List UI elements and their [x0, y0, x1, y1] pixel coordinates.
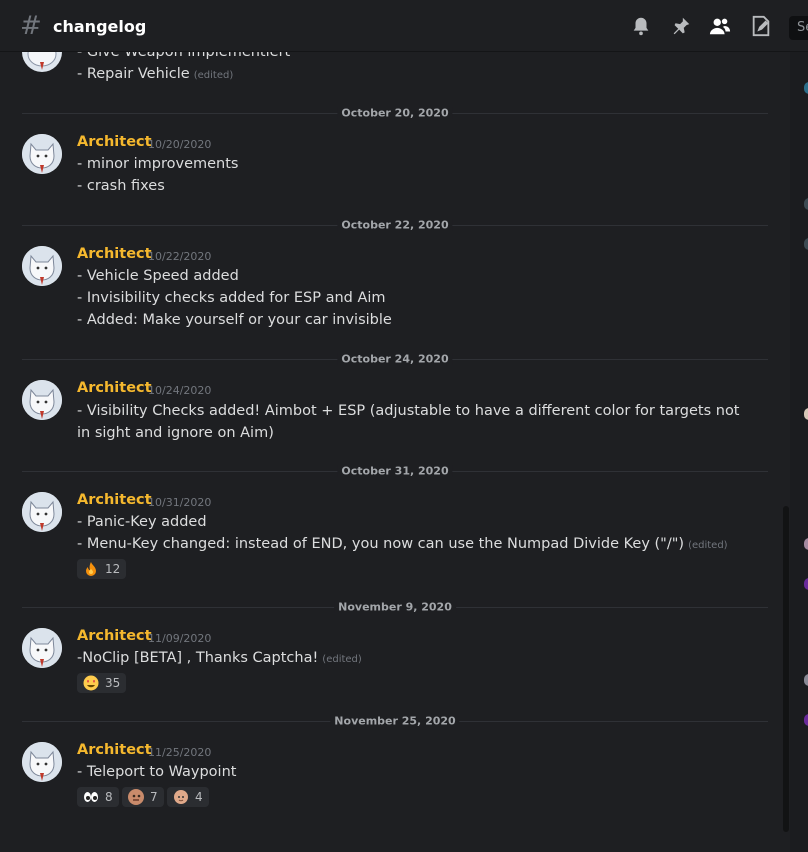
- member-avatar[interactable]: [804, 198, 808, 210]
- member-list-strip: [790, 52, 808, 852]
- message-line: - minor improvements: [77, 156, 239, 172]
- member-avatar[interactable]: [804, 578, 808, 590]
- date-label: November 25, 2020: [330, 714, 460, 728]
- message-author[interactable]: Architect: [77, 742, 152, 758]
- hashtag-icon: #: [20, 11, 42, 41]
- avatar[interactable]: [22, 246, 62, 286]
- date-divider: October 24, 2020: [22, 352, 768, 366]
- notes-icon[interactable]: [750, 15, 772, 37]
- avatar[interactable]: [22, 628, 62, 668]
- date-divider: October 31, 2020: [22, 464, 768, 478]
- message-timestamp: 10/24/2020: [148, 384, 212, 397]
- message-list: - Give Weapon implementiert - Repair Veh…: [0, 52, 782, 852]
- heart-eyes-emoji-icon: [83, 675, 99, 691]
- bald-head-emoji-icon: [174, 790, 188, 804]
- member-avatar[interactable]: [804, 82, 808, 94]
- reaction-count: 35: [105, 676, 121, 690]
- message-author[interactable]: Architect: [77, 134, 152, 150]
- date-divider: October 22, 2020: [22, 218, 768, 232]
- avatar[interactable]: [22, 742, 62, 782]
- message-line: - Vehicle Speed added: [77, 268, 239, 284]
- edited-label: (edited): [688, 540, 728, 551]
- date-divider: October 20, 2020: [22, 106, 768, 120]
- reaction-count: 8: [105, 790, 113, 804]
- message-author[interactable]: Architect: [77, 492, 152, 508]
- message-timestamp: 10/20/2020: [148, 138, 212, 151]
- eyes-emoji-icon: [84, 792, 98, 802]
- message-timestamp: 11/09/2020: [148, 632, 212, 645]
- message-timestamp: 11/25/2020: [148, 746, 212, 759]
- date-label: October 24, 2020: [337, 352, 453, 366]
- reaction-count: 4: [195, 790, 203, 804]
- member-avatar[interactable]: [804, 408, 808, 420]
- date-label: October 22, 2020: [337, 218, 453, 232]
- reaction-button[interactable]: 8: [77, 787, 119, 807]
- channel-header: # changelog Se: [0, 0, 808, 52]
- members-icon[interactable]: [709, 15, 731, 37]
- message-text: -NoClip [BETA] , Thanks Captcha!: [77, 650, 319, 666]
- message-line: - Give Weapon implementiert: [77, 52, 291, 60]
- date-label: October 20, 2020: [337, 106, 453, 120]
- custom-face-emoji-icon: [128, 789, 144, 805]
- scrollbar-thumb[interactable]: [783, 506, 789, 832]
- message-line: - Teleport to Waypoint: [77, 764, 237, 780]
- date-divider: November 25, 2020: [22, 714, 768, 728]
- message-line: - Visibility Checks added! Aimbot + ESP …: [77, 403, 740, 441]
- message-line: - crash fixes: [77, 178, 165, 194]
- reaction-button[interactable]: 12: [77, 559, 127, 579]
- message-line: - Invisibility checks added for ESP and …: [77, 290, 386, 306]
- message-text: - Menu-Key changed: instead of END, you …: [77, 536, 685, 552]
- avatar[interactable]: [22, 492, 62, 532]
- fire-emoji-icon: [86, 562, 96, 576]
- reaction-button[interactable]: 4: [167, 787, 209, 807]
- edited-label: (edited): [193, 70, 234, 81]
- reaction-count: 12: [105, 562, 121, 576]
- pin-icon[interactable]: [670, 15, 692, 37]
- edited-label: (edited): [322, 654, 362, 665]
- avatar[interactable]: [22, 134, 62, 174]
- date-divider: November 9, 2020: [22, 600, 768, 614]
- message-line: - Menu-Key changed: instead of END, you …: [77, 536, 728, 552]
- message-timestamp: 10/22/2020: [148, 250, 212, 263]
- search-input[interactable]: Se: [789, 16, 808, 40]
- bell-icon[interactable]: [630, 15, 652, 37]
- message-author[interactable]: Architect: [77, 628, 152, 644]
- message-line: - Added: Make yourself or your car invis…: [77, 312, 392, 328]
- member-avatar[interactable]: [804, 674, 808, 686]
- member-avatar[interactable]: [804, 238, 808, 250]
- avatar[interactable]: [22, 52, 62, 72]
- member-avatar[interactable]: [804, 538, 808, 550]
- message-author[interactable]: Architect: [77, 246, 152, 262]
- date-label: October 31, 2020: [337, 464, 453, 478]
- reaction-count: 7: [150, 790, 158, 804]
- channel-name: changelog: [53, 17, 147, 36]
- message-line: -NoClip [BETA] , Thanks Captcha! (edited): [77, 650, 362, 666]
- date-label: November 9, 2020: [334, 600, 456, 614]
- message-line: - Repair Vehicle (edited): [77, 66, 233, 82]
- avatar[interactable]: [22, 380, 62, 420]
- reaction-button[interactable]: 35: [77, 673, 127, 693]
- member-avatar[interactable]: [804, 714, 808, 726]
- message-text: - Repair Vehicle: [77, 66, 190, 82]
- reaction-button[interactable]: 7: [122, 787, 164, 807]
- message-author[interactable]: Architect: [77, 380, 152, 396]
- message-timestamp: 10/31/2020: [148, 496, 212, 509]
- message-line: - Panic-Key added: [77, 514, 207, 530]
